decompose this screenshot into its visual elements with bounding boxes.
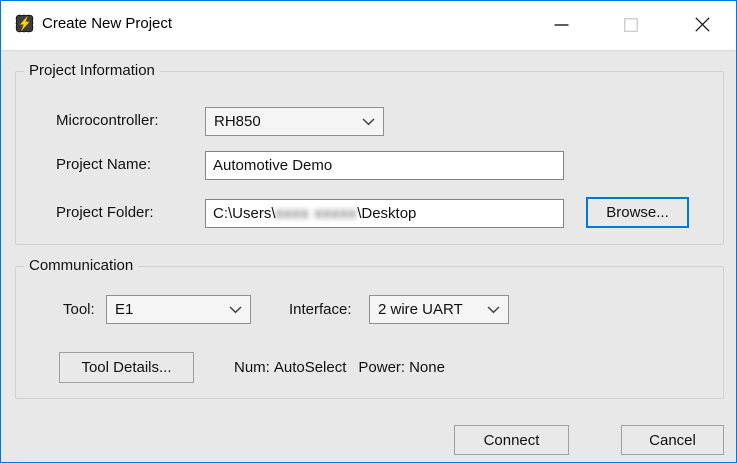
- window-title: Create New Project: [42, 1, 172, 47]
- microcontroller-value: RH850: [214, 113, 356, 130]
- power-label: Power:: [358, 359, 405, 376]
- folder-path-prefix: C:\Users\: [213, 205, 276, 222]
- minimize-icon: [554, 17, 569, 32]
- interface-combobox[interactable]: 2 wire UART: [369, 295, 509, 324]
- tool-details-button-label: Tool Details...: [81, 359, 171, 376]
- cancel-button[interactable]: Cancel: [621, 425, 724, 455]
- project-name-input[interactable]: [205, 151, 564, 180]
- tool-status-text: Num:AutoSelect Power:None: [234, 359, 445, 376]
- microcontroller-combobox[interactable]: RH850: [205, 107, 384, 136]
- titlebar: Create New Project: [1, 1, 736, 51]
- connect-button[interactable]: Connect: [454, 425, 569, 455]
- chevron-down-icon: [229, 306, 242, 314]
- tool-value: E1: [115, 301, 223, 318]
- project-information-group-label: Project Information: [24, 62, 160, 79]
- communication-group-label: Communication: [24, 257, 138, 274]
- tool-label: Tool:: [63, 301, 95, 318]
- chevron-down-icon: [362, 118, 375, 126]
- microcontroller-label: Microcontroller:: [56, 112, 159, 129]
- folder-path-suffix: \Desktop: [357, 205, 416, 222]
- chevron-down-icon: [487, 306, 500, 314]
- project-folder-label: Project Folder:: [56, 204, 154, 221]
- close-button[interactable]: [679, 1, 725, 48]
- tool-combobox[interactable]: E1: [106, 295, 251, 324]
- maximize-button-disabled: [608, 1, 654, 48]
- create-new-project-dialog: Create New Project Project Information M…: [0, 0, 737, 463]
- close-icon: [695, 17, 710, 32]
- tool-details-button[interactable]: Tool Details...: [59, 352, 194, 383]
- project-folder-input[interactable]: C:\Users\xxxx xxxxx\Desktop: [205, 199, 564, 228]
- connect-button-label: Connect: [484, 432, 540, 449]
- maximize-icon: [624, 18, 638, 32]
- flash-chip-icon: [15, 14, 34, 33]
- browse-button-label: Browse...: [606, 204, 669, 221]
- power-value: None: [409, 359, 445, 376]
- browse-button[interactable]: Browse...: [586, 197, 689, 228]
- minimize-button[interactable]: [538, 1, 584, 48]
- interface-value: 2 wire UART: [378, 301, 481, 318]
- project-name-label: Project Name:: [56, 156, 151, 173]
- folder-path-redacted: xxxx xxxxx: [276, 205, 358, 222]
- num-value: AutoSelect: [274, 359, 347, 376]
- cancel-button-label: Cancel: [649, 432, 696, 449]
- interface-label: Interface:: [289, 301, 352, 318]
- num-label: Num:: [234, 359, 270, 376]
